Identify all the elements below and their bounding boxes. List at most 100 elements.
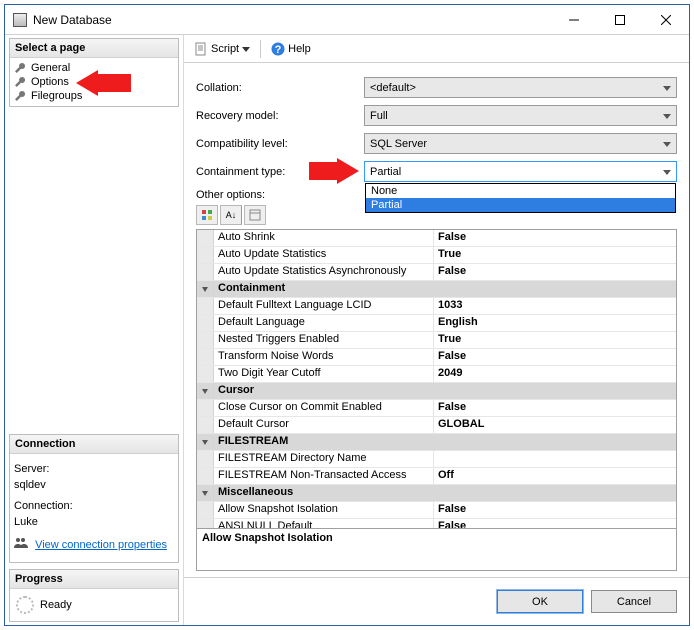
property-row[interactable]: Nested Triggers EnabledTrue	[197, 332, 676, 349]
property-pages-button[interactable]	[244, 205, 266, 225]
property-name: Transform Noise Words	[214, 349, 434, 365]
expand-toggle	[197, 468, 214, 484]
sort-icon: A↓	[226, 210, 237, 220]
property-row[interactable]: Allow Snapshot IsolationFalse	[197, 502, 676, 519]
expand-toggle	[197, 349, 214, 365]
property-value[interactable]: False	[434, 400, 676, 416]
close-button[interactable]	[643, 5, 689, 34]
people-icon	[14, 537, 28, 548]
containment-dropdown: None Partial	[365, 183, 676, 213]
property-value[interactable]: True	[434, 332, 676, 348]
property-row[interactable]: ANSI NULL DefaultFalse	[197, 519, 676, 528]
right-pane: Script ? Help Collation: <default> Recov…	[183, 35, 689, 625]
property-value[interactable]: True	[434, 247, 676, 263]
property-value[interactable]: 2049	[434, 366, 676, 382]
collation-combo[interactable]: <default>	[364, 77, 677, 98]
expand-toggle	[197, 247, 214, 263]
property-row[interactable]: Auto Update StatisticsTrue	[197, 247, 676, 264]
property-value[interactable]	[434, 451, 676, 467]
footer: OK Cancel	[184, 577, 689, 625]
connection-header: Connection	[10, 435, 178, 454]
property-row[interactable]: Default CursorGLOBAL	[197, 417, 676, 434]
property-name: FILESTREAM	[214, 434, 676, 450]
expand-toggle	[197, 264, 214, 280]
view-connection-properties-link[interactable]: View connection properties	[35, 539, 167, 551]
chevron-down-icon	[661, 81, 673, 95]
property-category[interactable]: Containment	[197, 281, 676, 298]
containment-combo[interactable]: Partial None Partial	[364, 161, 677, 182]
categorized-icon	[201, 209, 213, 221]
titlebar[interactable]: New Database	[5, 5, 689, 35]
containment-option-none[interactable]: None	[366, 184, 675, 198]
property-row[interactable]: Transform Noise WordsFalse	[197, 349, 676, 366]
property-name: Miscellaneous	[214, 485, 676, 501]
server-label: Server:	[14, 461, 174, 478]
new-database-window: New Database Select a page General Optio…	[4, 4, 690, 626]
expand-toggle	[197, 298, 214, 314]
property-value[interactable]: False	[434, 502, 676, 518]
property-value[interactable]: False	[434, 264, 676, 280]
wrench-icon	[14, 62, 26, 74]
property-grid[interactable]: Auto ShrinkFalseAuto Update StatisticsTr…	[196, 229, 677, 529]
alphabetical-button[interactable]: A↓	[220, 205, 242, 225]
maximize-button[interactable]	[597, 5, 643, 34]
options-form: Collation: <default> Recovery model: Ful…	[184, 63, 689, 575]
nav-options[interactable]: Options	[14, 75, 174, 89]
property-row[interactable]: Default LanguageEnglish	[197, 315, 676, 332]
database-icon	[13, 13, 27, 27]
other-options-label: Other options:	[196, 189, 364, 201]
script-button[interactable]: Script	[190, 40, 254, 58]
containment-option-partial[interactable]: Partial	[366, 198, 675, 212]
property-value[interactable]: GLOBAL	[434, 417, 676, 433]
ok-button[interactable]: OK	[497, 590, 583, 613]
property-row[interactable]: Two Digit Year Cutoff2049	[197, 366, 676, 383]
property-value[interactable]: False	[434, 349, 676, 365]
expand-toggle	[197, 417, 214, 433]
cancel-button[interactable]: Cancel	[591, 590, 677, 613]
help-button[interactable]: ? Help	[267, 40, 315, 58]
expand-toggle[interactable]	[197, 434, 214, 450]
property-category[interactable]: FILESTREAM	[197, 434, 676, 451]
compat-combo[interactable]: SQL Server	[364, 133, 677, 154]
select-page-panel: Select a page General Options Filegroups	[9, 38, 179, 107]
wrench-icon	[14, 90, 26, 102]
property-row[interactable]: Auto ShrinkFalse	[197, 230, 676, 247]
property-name: Allow Snapshot Isolation	[214, 502, 434, 518]
property-value[interactable]: Off	[434, 468, 676, 484]
property-value[interactable]: False	[434, 230, 676, 246]
left-pane: Select a page General Options Filegroups	[5, 35, 183, 625]
categorized-button[interactable]	[196, 205, 218, 225]
property-row[interactable]: Close Cursor on Commit EnabledFalse	[197, 400, 676, 417]
property-row[interactable]: FILESTREAM Non-Transacted AccessOff	[197, 468, 676, 485]
expand-toggle[interactable]	[197, 383, 214, 399]
property-category[interactable]: Cursor	[197, 383, 676, 400]
connection-value: Luke	[14, 514, 174, 531]
property-value[interactable]: False	[434, 519, 676, 528]
compat-label: Compatibility level:	[196, 138, 364, 150]
property-row[interactable]: FILESTREAM Directory Name	[197, 451, 676, 468]
wrench-icon	[14, 76, 26, 88]
property-value[interactable]: English	[434, 315, 676, 331]
property-category[interactable]: Miscellaneous	[197, 485, 676, 502]
property-name: Containment	[214, 281, 676, 297]
property-row[interactable]: Auto Update Statistics AsynchronouslyFal…	[197, 264, 676, 281]
property-row[interactable]: Default Fulltext Language LCID1033	[197, 298, 676, 315]
property-name: Default Cursor	[214, 417, 434, 433]
svg-text:?: ?	[275, 44, 282, 56]
dropdown-icon	[242, 45, 250, 53]
expand-toggle	[197, 502, 214, 518]
property-value[interactable]: 1033	[434, 298, 676, 314]
minimize-button[interactable]	[551, 5, 597, 34]
expand-toggle	[197, 315, 214, 331]
connection-label: Connection:	[14, 498, 174, 515]
expand-toggle[interactable]	[197, 281, 214, 297]
property-name: Auto Shrink	[214, 230, 434, 246]
recovery-label: Recovery model:	[196, 110, 364, 122]
red-arrow-icon	[309, 158, 359, 184]
chevron-down-icon	[661, 137, 673, 151]
property-name: Cursor	[214, 383, 676, 399]
recovery-combo[interactable]: Full	[364, 105, 677, 126]
window-title: New Database	[33, 13, 551, 27]
expand-toggle[interactable]	[197, 485, 214, 501]
expand-toggle	[197, 332, 214, 348]
